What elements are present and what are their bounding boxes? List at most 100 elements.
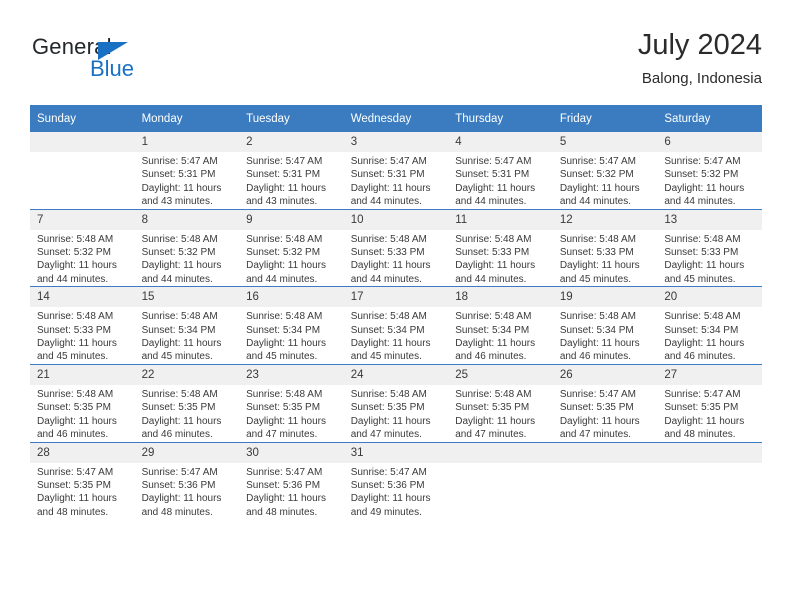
calendar-day-cell[interactable]: 12 Sunrise: 5:48 AM Sunset: 5:33 PM Dayligh…: [552, 208, 658, 287]
day-number: [552, 442, 658, 463]
daylight-text-line2: and 48 minutes.: [141, 506, 213, 518]
day-details: Sunrise: 5:48 AM Sunset: 5:35 PM Daylight:…: [344, 385, 449, 442]
day-details: Sunrise: 5:48 AM Sunset: 5:34 PM Daylight:…: [553, 307, 658, 364]
daylight-text-line2: and 44 minutes.: [37, 273, 109, 285]
calendar-day-cell[interactable]: 22 Sunrise: 5:48 AM Sunset: 5:35 PM Dayligh…: [134, 363, 240, 442]
calendar-day-cell[interactable]: 3 Sunrise: 5:47 AM Sunset: 5:31 PM Daylight…: [343, 132, 449, 209]
calendar-day-cell[interactable]: 17 Sunrise: 5:48 AM Sunset: 5:34 PM Dayligh…: [343, 286, 449, 365]
day-number: 4: [448, 132, 553, 152]
daylight-text-line2: and 45 minutes.: [350, 351, 422, 363]
calendar-day-cell[interactable]: 8 Sunrise: 5:48 AM Sunset: 5:32 PM Daylight…: [134, 208, 240, 287]
calendar-day-cell[interactable]: 29 Sunrise: 5:47 AM Sunset: 5:36 PM Dayligh…: [134, 441, 240, 520]
weekday-header-row: Sunday Monday Tuesday Wednesday Thursday…: [30, 105, 762, 132]
sunrise-text: Sunrise: 5:47 AM: [37, 466, 114, 478]
day-number: [30, 132, 135, 152]
calendar-day-cell[interactable]: 5 Sunrise: 5:47 AM Sunset: 5:32 PM Daylight…: [552, 132, 658, 209]
daylight-text-line1: Daylight: 11 hours: [141, 338, 222, 350]
daylight-text-line1: Daylight: 11 hours: [559, 260, 640, 272]
day-details: Sunrise: 5:48 AM Sunset: 5:34 PM Daylight:…: [239, 307, 344, 364]
daylight-text-line2: and 45 minutes.: [141, 351, 213, 363]
daylight-text-line1: Daylight: 11 hours: [455, 182, 536, 194]
calendar-body: 1 Sunrise: 5:47 AM Sunset: 5:31 PM Daylight…: [30, 132, 762, 520]
calendar-day-cell[interactable]: 19 Sunrise: 5:48 AM Sunset: 5:34 PM Dayligh…: [552, 286, 658, 365]
sunrise-text: Sunrise: 5:47 AM: [246, 466, 323, 478]
sunrise-text: Sunrise: 5:48 AM: [455, 233, 532, 245]
sunset-text: Sunset: 5:35 PM: [37, 402, 111, 414]
day-details: Sunrise: 5:48 AM Sunset: 5:34 PM Daylight:…: [657, 307, 762, 364]
calendar-day-cell[interactable]: 16 Sunrise: 5:48 AM Sunset: 5:34 PM Dayligh…: [239, 286, 344, 365]
day-number: 22: [134, 364, 240, 385]
daylight-text-line2: and 43 minutes.: [246, 196, 318, 208]
day-number: 16: [239, 287, 344, 308]
calendar-day-cell[interactable]: 24 Sunrise: 5:48 AM Sunset: 5:35 PM Dayligh…: [343, 363, 449, 442]
calendar-day-cell[interactable]: 7 Sunrise: 5:48 AM Sunset: 5:32 PM Daylight…: [30, 208, 135, 287]
calendar-day-cell[interactable]: 13 Sunrise: 5:48 AM Sunset: 5:33 PM Dayligh…: [657, 208, 762, 287]
sunrise-text: Sunrise: 5:48 AM: [350, 311, 427, 323]
sunset-text: Sunset: 5:32 PM: [559, 169, 634, 181]
sunset-text: Sunset: 5:36 PM: [141, 479, 216, 491]
sunrise-text: Sunrise: 5:48 AM: [37, 233, 114, 245]
daylight-text-line2: and 45 minutes.: [37, 351, 109, 363]
sunset-text: Sunset: 5:34 PM: [559, 324, 634, 336]
day-number: 18: [448, 287, 553, 308]
day-details: Sunrise: 5:47 AM Sunset: 5:31 PM Daylight:…: [239, 152, 344, 209]
sunrise-text: Sunrise: 5:47 AM: [141, 466, 218, 478]
daylight-text-line1: Daylight: 11 hours: [350, 338, 431, 350]
day-number: 20: [657, 287, 762, 308]
daylight-text-line1: Daylight: 11 hours: [246, 493, 326, 505]
calendar-day-cell[interactable]: 30 Sunrise: 5:47 AM Sunset: 5:36 PM Dayligh…: [239, 441, 344, 520]
daylight-text-line1: Daylight: 11 hours: [664, 415, 745, 427]
day-details: Sunrise: 5:48 AM Sunset: 5:35 PM Daylight:…: [135, 385, 240, 442]
day-number: 31: [343, 442, 449, 463]
sunset-text: Sunset: 5:34 PM: [350, 324, 425, 336]
day-details: Sunrise: 5:47 AM Sunset: 5:35 PM Daylight:…: [657, 385, 762, 442]
day-details: Sunrise: 5:47 AM Sunset: 5:32 PM Daylight:…: [553, 152, 658, 209]
calendar-day-cell[interactable]: 20 Sunrise: 5:48 AM Sunset: 5:34 PM Dayligh…: [657, 286, 762, 365]
sunset-text: Sunset: 5:34 PM: [141, 324, 216, 336]
day-number: 24: [343, 364, 449, 385]
daylight-text-line2: and 45 minutes.: [246, 351, 318, 363]
day-details: Sunrise: 5:48 AM Sunset: 5:35 PM Daylight:…: [30, 385, 135, 442]
day-number: 26: [552, 364, 658, 385]
sunrise-text: Sunrise: 5:48 AM: [141, 311, 218, 323]
daylight-text-line1: Daylight: 11 hours: [455, 415, 536, 427]
sunset-text: Sunset: 5:34 PM: [455, 324, 530, 336]
sunset-text: Sunset: 5:35 PM: [455, 402, 530, 414]
calendar-day-cell[interactable]: 9 Sunrise: 5:48 AM Sunset: 5:32 PM Daylight…: [239, 208, 344, 287]
daylight-text-line2: and 47 minutes.: [246, 429, 318, 441]
calendar-day-cell[interactable]: 6 Sunrise: 5:47 AM Sunset: 5:32 PM Daylight…: [657, 132, 762, 209]
daylight-text-line1: Daylight: 11 hours: [37, 260, 117, 272]
title-block: July 2024 Balong, Indonesia: [638, 28, 762, 90]
day-number: 2: [239, 132, 344, 152]
calendar-day-cell[interactable]: 25 Sunrise: 5:48 AM Sunset: 5:35 PM Dayligh…: [448, 363, 553, 442]
daylight-text-line2: and 44 minutes.: [350, 273, 422, 285]
calendar-day-cell[interactable]: 4 Sunrise: 5:47 AM Sunset: 5:31 PM Daylight…: [448, 132, 553, 209]
calendar-day-cell[interactable]: 2 Sunrise: 5:47 AM Sunset: 5:31 PM Daylight…: [239, 132, 344, 209]
weekday-header-thursday: Thursday: [448, 105, 553, 132]
calendar-day-cell[interactable]: 26 Sunrise: 5:47 AM Sunset: 5:35 PM Dayligh…: [552, 363, 658, 442]
sunrise-text: Sunrise: 5:48 AM: [246, 311, 323, 323]
calendar-day-cell[interactable]: 27 Sunrise: 5:47 AM Sunset: 5:35 PM Dayligh…: [657, 363, 762, 442]
calendar-day-cell-empty: [30, 132, 135, 209]
calendar-day-cell[interactable]: 15 Sunrise: 5:48 AM Sunset: 5:34 PM Dayligh…: [134, 286, 240, 365]
sunset-text: Sunset: 5:31 PM: [350, 169, 425, 181]
calendar-day-cell[interactable]: 31 Sunrise: 5:47 AM Sunset: 5:36 PM Dayligh…: [343, 441, 449, 520]
sunrise-text: Sunrise: 5:47 AM: [664, 156, 741, 167]
calendar-day-cell[interactable]: 23 Sunrise: 5:48 AM Sunset: 5:35 PM Dayligh…: [239, 363, 344, 442]
calendar-day-cell[interactable]: 1 Sunrise: 5:47 AM Sunset: 5:31 PM Daylight…: [134, 132, 240, 209]
calendar-day-cell[interactable]: 10 Sunrise: 5:48 AM Sunset: 5:33 PM Dayligh…: [343, 208, 449, 287]
calendar-day-cell[interactable]: 28 Sunrise: 5:47 AM Sunset: 5:35 PM Dayligh…: [30, 441, 135, 520]
calendar-day-cell[interactable]: 21 Sunrise: 5:48 AM Sunset: 5:35 PM Dayligh…: [30, 363, 135, 442]
weekday-header-monday: Monday: [134, 105, 240, 132]
day-number: 5: [552, 132, 658, 152]
calendar-day-cell[interactable]: 11 Sunrise: 5:48 AM Sunset: 5:33 PM Dayligh…: [448, 208, 553, 287]
weekday-header-wednesday: Wednesday: [343, 105, 449, 132]
sunrise-text: Sunrise: 5:48 AM: [559, 311, 636, 323]
day-details: Sunrise: 5:48 AM Sunset: 5:32 PM Daylight:…: [30, 230, 135, 287]
general-blue-logo: General Blue: [32, 34, 232, 92]
logo-word-blue: Blue: [90, 56, 135, 81]
daylight-text-line2: and 48 minutes.: [664, 429, 736, 441]
calendar-day-cell[interactable]: 14 Sunrise: 5:48 AM Sunset: 5:33 PM Dayligh…: [30, 286, 135, 365]
calendar-day-cell[interactable]: 18 Sunrise: 5:48 AM Sunset: 5:34 PM Dayligh…: [448, 286, 553, 365]
calendar-day-cell-empty: [448, 441, 553, 520]
